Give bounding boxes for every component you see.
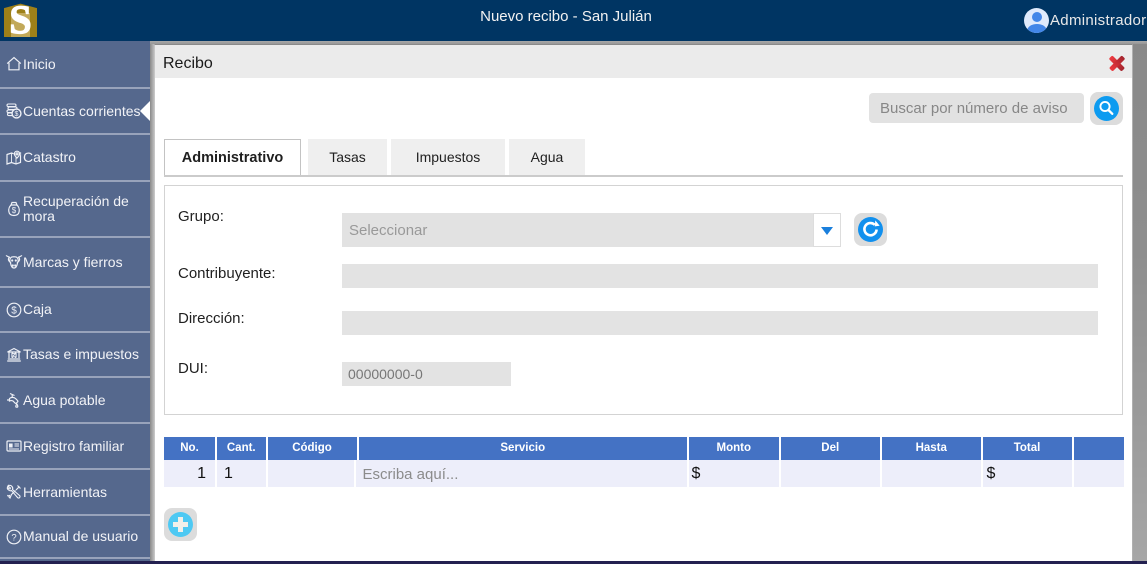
svg-text:$: $ bbox=[11, 305, 17, 316]
svg-text:$: $ bbox=[12, 206, 17, 215]
svg-text:?: ? bbox=[11, 532, 16, 543]
svg-text:$: $ bbox=[15, 111, 19, 118]
